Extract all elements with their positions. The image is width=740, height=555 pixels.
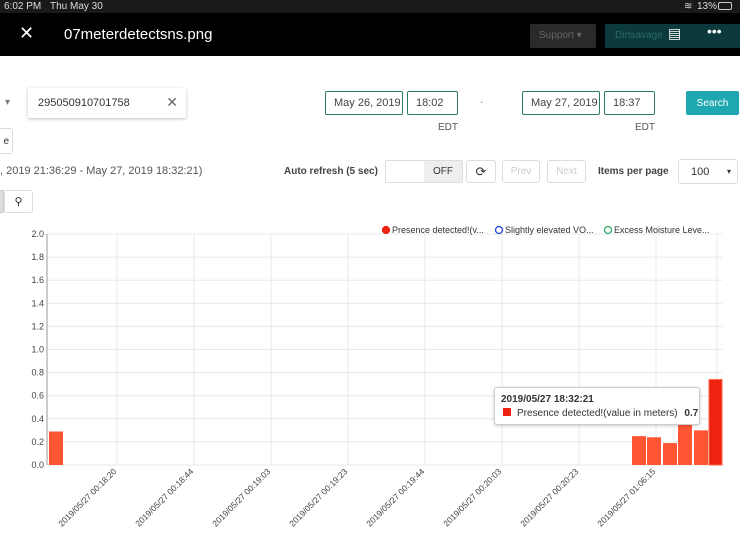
y-tick-label: 1.8 (31, 252, 44, 262)
range-text: , 2019 21:36:29 - May 27, 2019 18:32:21) (0, 165, 203, 177)
tooltip-time: 2019/05/27 18:32:21 (501, 394, 594, 405)
bar[interactable] (663, 443, 677, 465)
x-tick-label: 2019/05/27 00:20:23 (518, 466, 580, 528)
items-per-page-label: Items per page (598, 166, 669, 177)
status-bar: 6:02 PM Thu May 30 ≋ 13% (0, 0, 740, 13)
items-per-page-select[interactable]: 100 ▾ (678, 159, 738, 184)
end-date-input[interactable]: May 27, 2019 (522, 91, 600, 115)
status-time: 6:02 PM (4, 1, 42, 12)
legend-marker (381, 225, 391, 235)
tooltip-value: 0.7 (684, 408, 699, 419)
battery-icon (718, 2, 732, 10)
y-tick-label: 0.6 (31, 391, 44, 401)
start-time-input[interactable]: 18:02 (407, 91, 458, 115)
legend-marker (603, 225, 613, 235)
dropdown-caret-icon[interactable]: ▾ (5, 97, 10, 108)
y-tick-label: 1.2 (31, 321, 44, 331)
x-tick-label: 2019/05/27 01:06:15 (595, 466, 657, 528)
legend-label[interactable]: Presence detected!(v... (392, 225, 484, 235)
auto-refresh-toggle[interactable]: OFF (385, 160, 463, 183)
start-date-input[interactable]: May 26, 2019 (325, 91, 403, 115)
wifi-icon: ≋ (684, 1, 693, 12)
x-tick-label: 2019/05/27 00:19:23 (287, 466, 349, 528)
legend-marker (494, 225, 504, 235)
x-tick-label: 2019/05/27 00:18:44 (133, 466, 195, 528)
viewer-header: ✕ 07meterdetectsns.png Support ▾ Dirtsav… (0, 13, 740, 56)
end-time-input[interactable]: 18:37 (604, 91, 655, 115)
status-date: Thu May 30 (50, 1, 103, 12)
refresh-icon[interactable]: ⟳ (466, 160, 496, 183)
support-label: Support (539, 30, 575, 41)
search-button[interactable]: Search (686, 91, 739, 115)
battery-level: 13% (697, 1, 718, 12)
map-pin-icon[interactable]: ⚲ (4, 190, 33, 213)
next-button[interactable]: Next (547, 160, 586, 183)
clear-icon[interactable]: ✕ (166, 94, 178, 111)
device-id-input[interactable]: 295050910701758 ✕ (28, 88, 186, 118)
y-tick-label: 1.6 (31, 275, 44, 285)
range-separator: - (480, 97, 484, 108)
chevron-down-icon: ▾ (726, 167, 731, 176)
toggle-knob (386, 161, 424, 182)
comment-icon[interactable]: ▤ (668, 25, 681, 42)
file-title: 07meterdetectsns.png (64, 26, 213, 43)
more-icon[interactable]: ••• (707, 23, 722, 39)
device-id-value: 295050910701758 (38, 97, 130, 109)
legend-label[interactable]: Slightly elevated VO... (505, 225, 594, 235)
partial-button[interactable]: e (0, 128, 13, 154)
start-tz: EDT (438, 122, 458, 133)
auto-refresh-label: Auto refresh (5 sec) (284, 166, 378, 177)
bar[interactable] (647, 437, 661, 465)
items-per-page-value: 100 (691, 165, 710, 178)
y-tick-label: 0.8 (31, 368, 44, 378)
x-tick-label: 2019/05/27 00:19:44 (364, 466, 426, 528)
y-tick-label: 0.2 (31, 437, 44, 447)
close-icon[interactable]: ✕ (19, 23, 34, 44)
end-tz: EDT (635, 122, 655, 133)
y-tick-label: 1.4 (31, 298, 44, 308)
y-tick-label: 0.0 (31, 460, 44, 470)
x-tick-label: 2019/05/27 00:18:20 (56, 466, 118, 528)
x-tick-label: 2019/05/27 00:20:03 (441, 466, 503, 528)
account-label: Dirtsavage (615, 30, 663, 41)
toggle-state: OFF (424, 161, 462, 182)
prev-button[interactable]: Prev (502, 160, 540, 183)
bar[interactable] (49, 431, 63, 465)
legend-label[interactable]: Excess Moisture Leve... (614, 225, 710, 235)
chart-tooltip: 2019/05/27 18:32:21 Presence detected!(v… (494, 387, 700, 425)
support-button[interactable]: Support ▾ (530, 24, 596, 48)
tooltip-label: Presence detected!(value in meters) (517, 408, 678, 419)
x-tick-label: 2019/05/27 00:19:03 (210, 466, 272, 528)
bar[interactable] (694, 430, 708, 465)
tooltip-swatch (503, 408, 511, 416)
y-tick-label: 1.0 (31, 345, 44, 355)
y-tick-label: 0.4 (31, 414, 44, 424)
bar[interactable] (632, 436, 646, 465)
bar[interactable] (708, 379, 723, 466)
y-tick-label: 2.0 (31, 229, 44, 239)
